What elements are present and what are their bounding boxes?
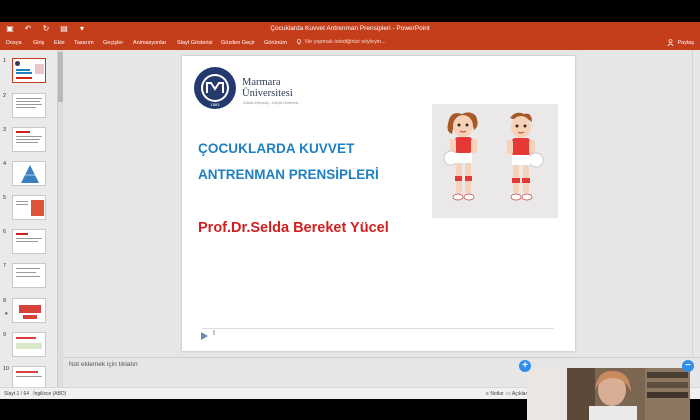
thumbnail-slide-4[interactable]: 4 [0,161,56,191]
person-icon [667,39,675,46]
share-button[interactable]: Paylaş [667,39,694,46]
thumbnail-preview [12,366,46,387]
tab-file[interactable]: Dosya [6,40,22,46]
slide-title-line2[interactable]: ANTRENMAN PRENSİPLERİ [198,167,379,182]
thumbnail-preview [12,298,46,323]
children-illustration[interactable] [432,104,558,218]
tab-slideshow[interactable]: Slayt Gösterisi [177,40,212,46]
university-name-line1: Marmara [242,77,281,88]
webcam-video-overlay [527,368,690,420]
add-participant-button[interactable]: + [519,360,531,372]
tab-review[interactable]: Gözden Geçir [221,40,255,46]
ribbon-tabs: Dosya Giriş Ekle Tasarım Geçişler Animas… [0,36,700,50]
tell-me-box[interactable]: Ne yapmak istediğinizi söyleyin... [296,39,386,45]
thumbnail-number: 3 [3,127,7,133]
thumbnail-number: 9 [3,332,7,338]
thumbnail-slide-2[interactable]: 2 [0,93,56,123]
tab-view[interactable]: Görünüm [264,40,287,46]
thumbnail-slide-7[interactable]: 7 [0,263,56,293]
thumbnail-slide-9[interactable]: 9 [0,332,56,362]
thumbnail-number: 1 [3,58,7,64]
language-indicator[interactable]: İngilizce (ABD) [33,391,66,397]
thumbnail-preview [12,263,46,288]
share-label: Paylaş [677,39,694,46]
screen: ▣ ↶ ↻ ▤ ▾ Çocuklarda Kuvvet Antrenman Pr… [0,0,700,420]
notes-toggle-label: Notlar [490,391,504,397]
window-title: Çocuklarda Kuvvet Antrenman Prensipleri … [270,25,430,32]
thumbnail-number: 6 [3,229,7,235]
thumbnail-preview [12,195,46,220]
footer-mark: I [213,330,215,337]
thumbnail-slide-1[interactable]: 1 [0,58,56,88]
thumbnail-slide-5[interactable]: 5 [0,195,56,225]
tell-me-placeholder: Ne yapmak istediğinizi söyleyin... [305,39,386,45]
thumbnail-slide-10[interactable]: 10 [0,366,56,387]
thumbnail-slide-6[interactable]: 6 [0,229,56,259]
lightbulb-icon [296,39,302,45]
notes-placeholder: Not eklemek için tıklatın [69,361,138,368]
current-slide[interactable]: 1883 Marmara Üniversitesi Sürdü Geçmiş..… [182,56,575,351]
tab-transitions[interactable]: Geçişler [103,40,123,46]
slide-thumbnail-pane: 1 2 3 4 5 6 7 8 ★ 9 10 [0,50,58,387]
university-seal-logo: 1883 [194,67,236,109]
tab-animations[interactable]: Animasyonlar [133,40,166,46]
slide-title-line1[interactable]: ÇOCUKLARDA KUVVET [198,141,354,156]
university-name: Marmara Üniversitesi [242,77,293,99]
university-tagline: Sürdü Geçmiş...Güçlü Gelecek... [243,100,302,105]
thumbnail-number: 8 [3,298,7,304]
title-bar: ▣ ↶ ↻ ▤ ▾ Çocuklarda Kuvvet Antrenman Pr… [0,22,700,36]
thumbnail-number: 7 [3,263,7,269]
thumbnail-preview [12,229,46,254]
thumbnail-number: 5 [3,195,7,201]
tab-design[interactable]: Tasarım [74,40,94,46]
tab-insert[interactable]: Ekle [54,40,65,46]
play-icon[interactable] [201,332,208,340]
slide-counter: Slayt 1 / 64 [4,391,30,397]
thumbnail-preview [12,93,46,118]
thumbnail-preview [12,161,46,186]
tab-home[interactable]: Giriş [33,40,44,46]
slide-scrollbar[interactable] [692,50,700,357]
thumbnail-preview [12,332,46,357]
slide-footer-line [202,328,554,329]
scrollbar-thumb[interactable] [58,52,63,102]
status-slide-info: Slayt 1 / 64 İngilizce (ABD) [4,391,66,397]
thumbnail-scrollbar[interactable] [58,50,63,387]
thumbnail-preview [12,58,46,83]
thumbnail-slide-3[interactable]: 3 [0,127,56,157]
slide-author[interactable]: Prof.Dr.Selda Bereket Yücel [198,220,389,236]
thumbnail-number: 2 [3,93,7,99]
minimize-video-button[interactable]: − [682,360,694,372]
thumbnail-preview [12,127,46,152]
animation-star-icon: ★ [4,311,9,317]
seal-year: 1883 [211,102,221,107]
black-top-band [0,0,700,22]
thumbnail-number: 4 [3,161,7,167]
notes-toggle-button[interactable]: ≡ Notlar [486,391,504,397]
university-name-line2: Üniversitesi [242,88,293,99]
thumbnail-slide-8[interactable]: 8 ★ [0,298,56,328]
thumbnail-number: 10 [3,366,10,372]
